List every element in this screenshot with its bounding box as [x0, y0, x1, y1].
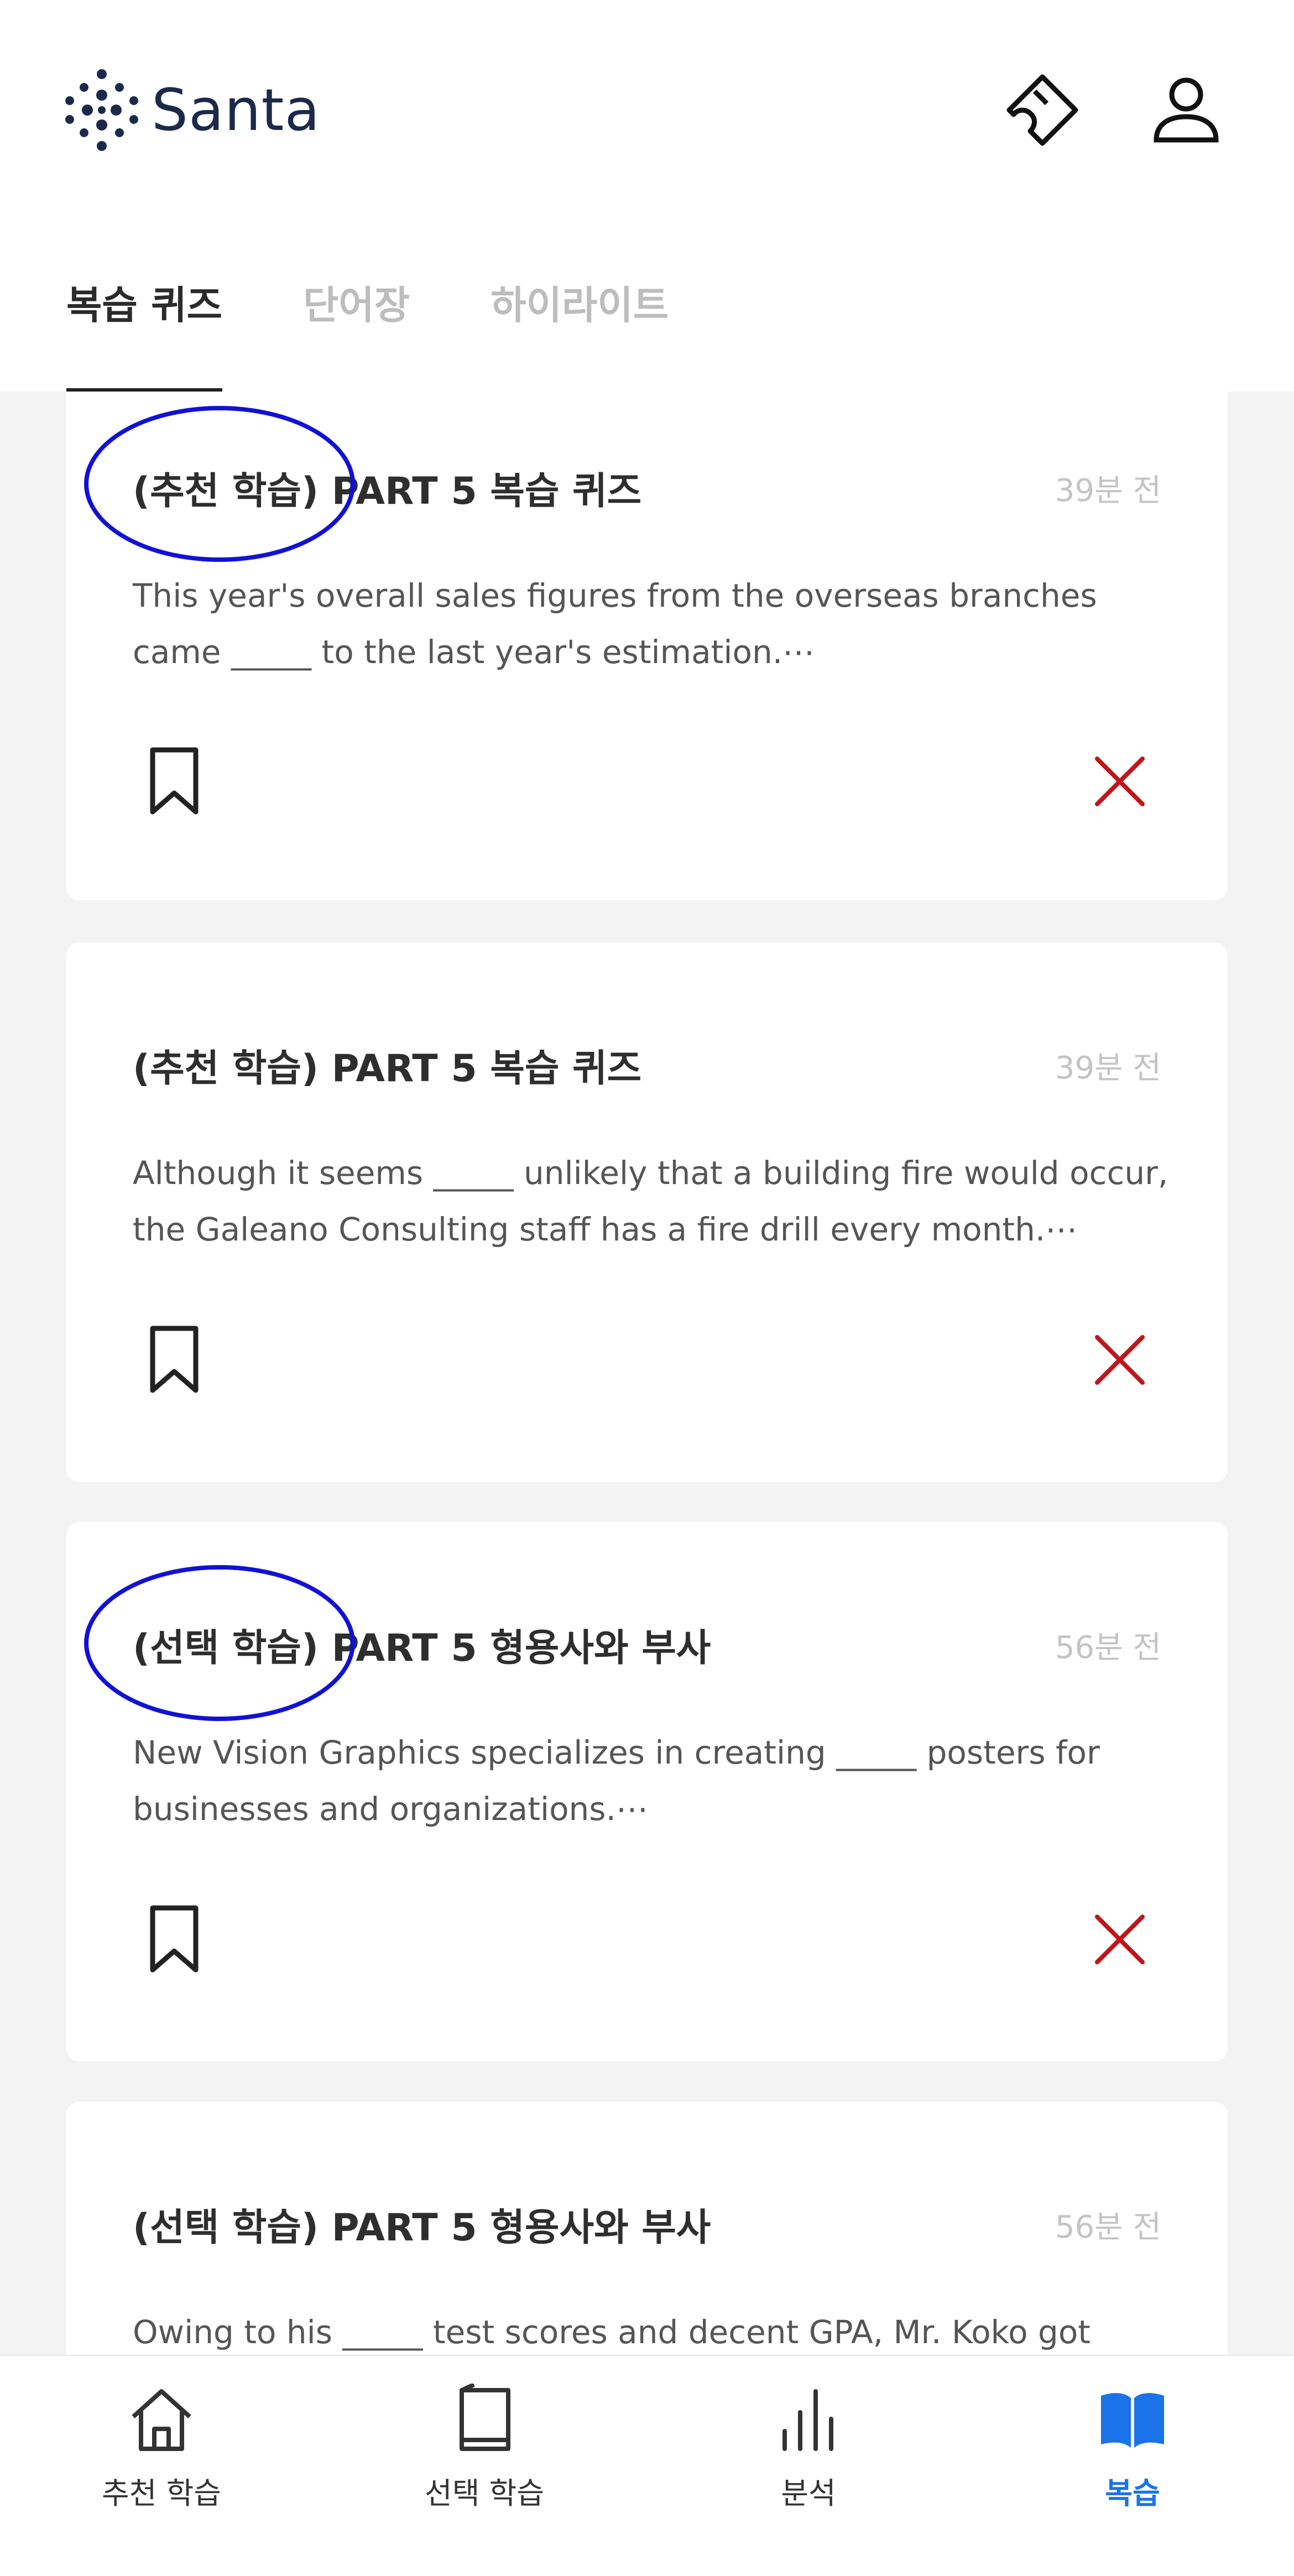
home-icon: [132, 2389, 191, 2451]
card-text: Although it seems _____ unlikely that a …: [133, 1154, 1168, 1248]
card-title: (추천 학습) PART 5 복습 퀴즈: [133, 470, 642, 513]
ticket-icon[interactable]: [1001, 69, 1084, 152]
close-icon[interactable]: [1089, 751, 1150, 812]
card-time: 56분 전: [1055, 2209, 1161, 2245]
quiz-card[interactable]: (추천 학습) PART 5 복습 퀴즈 39분 전 Although it s…: [66, 942, 1228, 1482]
profile-icon[interactable]: [1145, 69, 1228, 152]
close-icon[interactable]: [1089, 1909, 1150, 1970]
bookmark-icon[interactable]: [144, 1904, 205, 1975]
open-book-icon: [1101, 2393, 1164, 2448]
santa-logo-icon: [65, 69, 138, 151]
santa-logo[interactable]: Santa: [65, 69, 320, 152]
logo-text: Santa: [152, 76, 321, 144]
nav-label: 복습: [1105, 2476, 1160, 2511]
card-title: (추천 학습) PART 5 복습 퀴즈: [133, 1047, 642, 1091]
nav-label: 선택 학습: [425, 2476, 544, 2511]
card-text: This year's overall sales figures from t…: [133, 577, 1097, 671]
nav-label: 분석: [781, 2476, 836, 2511]
book-page-icon: [460, 2384, 510, 2451]
close-icon[interactable]: [1089, 1329, 1150, 1390]
nav-recommended-study[interactable]: 추천 학습: [51, 2384, 272, 2549]
nav-review[interactable]: 복습: [1022, 2384, 1243, 2549]
card-title: (선택 학습) PART 5 형용사와 부사: [133, 2206, 711, 2250]
bookmark-icon[interactable]: [144, 745, 205, 817]
quiz-card[interactable]: (선택 학습) PART 5 형용사와 부사 56분 전 New Vision …: [66, 1522, 1228, 2062]
nav-selected-study[interactable]: 선택 학습: [374, 2384, 595, 2549]
tab-bar: 복습 퀴즈 단어장 하이라이트: [66, 265, 749, 392]
card-time: 39분 전: [1055, 473, 1161, 509]
card-time: 39분 전: [1055, 1050, 1161, 1086]
app-header: Santa 복습 퀴즈 단어장 하이라이트: [0, 0, 1294, 392]
tab-review-quiz[interactable]: 복습 퀴즈: [66, 265, 222, 392]
card-title: (선택 학습) PART 5 형용사와 부사: [133, 1626, 711, 1670]
nav-analysis[interactable]: 분석: [698, 2384, 919, 2549]
bookmark-icon[interactable]: [144, 1324, 205, 1396]
card-time: 56분 전: [1055, 1630, 1161, 1666]
tab-vocabulary[interactable]: 단어장: [303, 265, 410, 392]
tab-highlight[interactable]: 하이라이트: [491, 265, 669, 392]
card-text: New Vision Graphics specializes in creat…: [133, 1734, 1100, 1828]
bottom-navigation: 추천 학습 선택 학습 분석 복습: [0, 2355, 1294, 2576]
quiz-card[interactable]: (추천 학습) PART 5 복습 퀴즈 39분 전 This year's o…: [66, 392, 1228, 900]
bar-chart-icon: [782, 2389, 833, 2451]
nav-label: 추천 학습: [102, 2476, 221, 2511]
